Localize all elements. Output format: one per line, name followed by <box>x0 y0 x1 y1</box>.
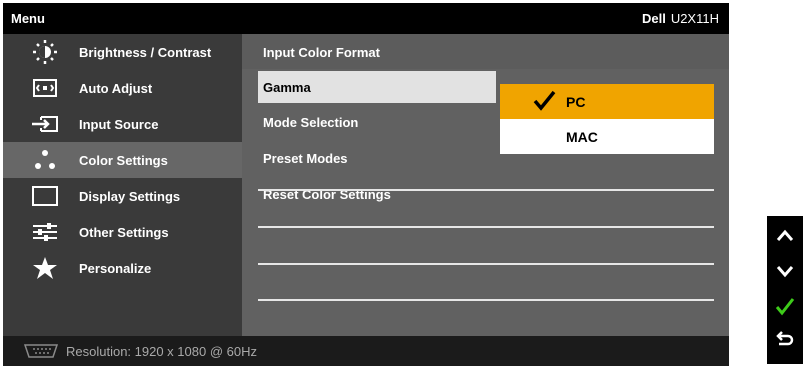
monitor-buttons <box>767 216 803 364</box>
star-icon <box>29 256 61 280</box>
row-label: Input Color Format <box>263 45 380 60</box>
auto-adjust-icon <box>29 76 61 100</box>
monitor-osd: Menu Dell U2X11H Brightness / Contrast A… <box>3 3 729 366</box>
up-arrow-icon <box>776 229 794 241</box>
sidebar: Brightness / Contrast Auto Adjust Input … <box>3 34 242 336</box>
sidebar-item-label: Other Settings <box>79 225 169 240</box>
vga-icon <box>23 344 59 358</box>
sidebar-item-label: Color Settings <box>79 153 168 168</box>
back-button[interactable] <box>767 325 803 357</box>
option-label: MAC <box>566 129 598 145</box>
gamma-option-mac[interactable]: MAC <box>500 119 714 154</box>
sidebar-item-auto-adjust[interactable]: Auto Adjust <box>3 70 242 106</box>
confirm-button[interactable] <box>767 290 803 322</box>
brand-name: Dell <box>641 11 666 26</box>
gamma-option-pc[interactable]: PC <box>500 84 714 119</box>
other-settings-icon <box>29 220 61 244</box>
color-settings-icon <box>29 148 61 172</box>
brightness-icon <box>29 40 61 64</box>
row-label: Mode Selection <box>263 115 359 130</box>
row-divider <box>258 226 714 228</box>
menu-title: Menu <box>11 11 45 26</box>
input-source-icon <box>29 112 61 136</box>
sidebar-item-label: Personalize <box>79 261 152 276</box>
sidebar-item-input-source[interactable]: Input Source <box>3 106 242 142</box>
check-icon <box>532 89 556 113</box>
sidebar-item-brightness-contrast[interactable]: Brightness / Contrast <box>3 34 242 70</box>
sidebar-item-label: Brightness / Contrast <box>79 45 212 60</box>
down-button[interactable] <box>767 255 803 287</box>
resolution-status: Resolution: 1920 x 1080 @ 60Hz <box>66 344 257 359</box>
row-reset-color-settings[interactable]: Reset Color Settings <box>242 176 729 211</box>
check-icon <box>775 298 795 316</box>
model-name: U2X11H <box>670 11 719 26</box>
up-button[interactable] <box>767 220 803 252</box>
osd-header: Menu Dell U2X11H <box>3 3 729 34</box>
row-label: Preset Modes <box>263 151 348 166</box>
sidebar-item-label: Input Source <box>79 117 159 132</box>
row-label: Gamma <box>263 80 311 95</box>
sidebar-item-color-settings[interactable]: Color Settings <box>3 142 242 178</box>
sidebar-item-other-settings[interactable]: Other Settings <box>3 214 242 250</box>
brand-model: Dell U2X11H <box>642 11 719 26</box>
color-settings-panel: Input Color Format Gamma Mode Selection … <box>242 34 729 336</box>
sidebar-item-label: Display Settings <box>79 189 181 204</box>
display-settings-icon <box>29 184 61 208</box>
row-divider <box>258 263 714 265</box>
row-divider <box>258 189 714 191</box>
row-input-color-format[interactable]: Input Color Format <box>242 34 729 69</box>
sidebar-item-personalize[interactable]: Personalize <box>3 250 242 286</box>
down-arrow-icon <box>776 266 794 278</box>
back-icon <box>776 331 794 346</box>
sidebar-item-label: Auto Adjust <box>79 81 153 96</box>
row-divider <box>258 299 714 301</box>
sidebar-item-display-settings[interactable]: Display Settings <box>3 178 242 214</box>
option-label: PC <box>566 94 586 110</box>
status-bar: Resolution: 1920 x 1080 @ 60Hz <box>3 336 729 366</box>
